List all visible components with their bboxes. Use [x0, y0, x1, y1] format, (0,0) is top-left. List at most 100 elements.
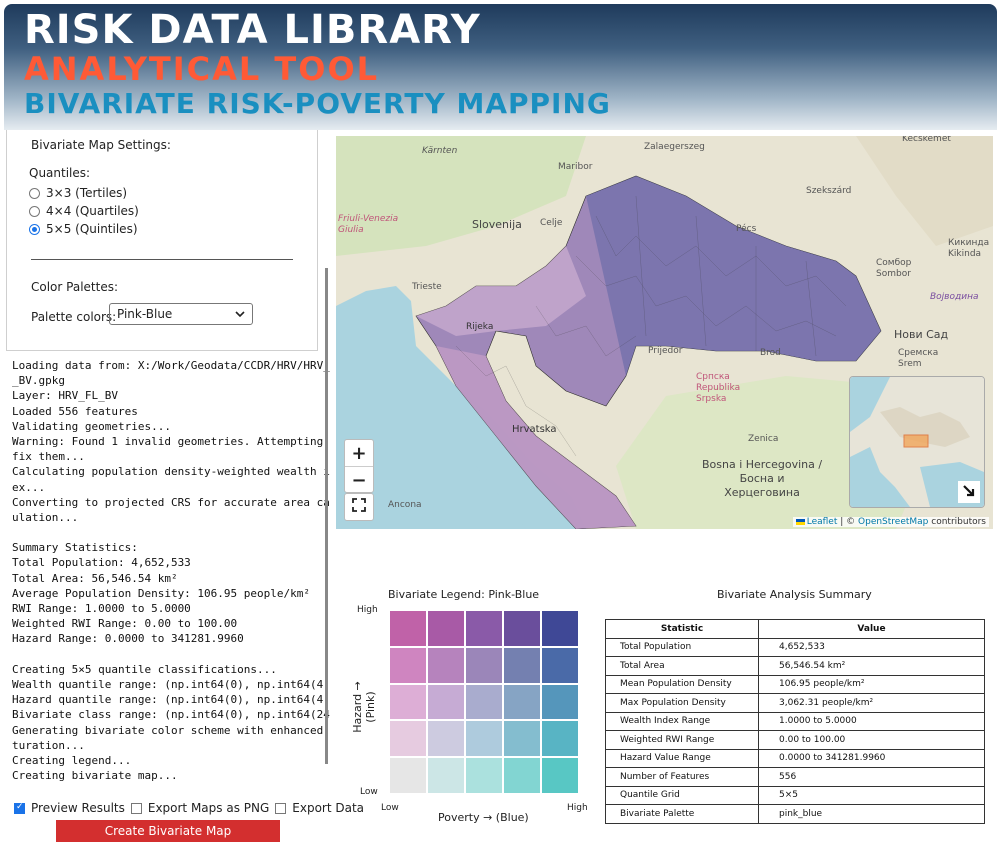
app-title: RISK DATA LIBRARY: [24, 7, 481, 53]
map-label-brod: Brod: [760, 348, 781, 358]
map-label-zenica: Zenica: [748, 434, 779, 444]
palettes-label: Color Palettes:: [31, 280, 118, 294]
legend-cell: [427, 610, 465, 647]
map-label-prijedor: Prijedor: [648, 346, 683, 356]
log-line: fix them...: [12, 450, 85, 464]
statistic-cell: Total Area: [605, 656, 759, 676]
log-line: Total Population: 4,652,533: [12, 556, 191, 570]
legend-cell: [465, 646, 503, 684]
value-cell: pink_blue: [758, 804, 985, 824]
value-cell: 1.0000 to 5.0000: [758, 711, 985, 731]
zoom-out-button[interactable]: −: [345, 466, 373, 493]
table-row: Total Area 56,546.54 km²: [605, 656, 985, 676]
summary-title: Bivariate Analysis Summary: [717, 588, 872, 601]
map-label-vojvodina: Војводина: [930, 292, 979, 302]
export-maps-label: Export Maps as PNG: [147, 801, 270, 815]
preview-results-label: Preview Results: [31, 801, 125, 815]
log-line: Hazard quantile range: (np.int64(0), np.…: [12, 693, 330, 707]
value-cell: 0.0000 to 341281.9960: [758, 748, 985, 768]
legend-cell: [541, 610, 579, 647]
log-line: _BV.gpkg: [12, 374, 65, 388]
zoom-in-button[interactable]: +: [345, 440, 373, 466]
quantile-option-4x4[interactable]: 4×4 (Quartiles): [29, 204, 139, 218]
settings-panel: Bivariate Map Settings: Quantiles: 3×3 (…: [6, 130, 318, 351]
export-maps-checkbox[interactable]: [130, 802, 142, 814]
value-cell: 5×5: [758, 785, 985, 805]
statistic-cell: Number of Features: [605, 767, 759, 787]
map-label-zalaegerszeg: Zalaegerszeg: [644, 142, 705, 152]
legend-cell: [541, 646, 579, 684]
legend-cell: [541, 720, 579, 758]
minimap-toggle-button[interactable]: [958, 481, 980, 503]
export-data-checkbox[interactable]: [275, 802, 287, 814]
fullscreen-icon: [352, 498, 366, 516]
map-label-kecskemet: Kecskemét: [902, 136, 951, 144]
value-cell: 556: [758, 767, 985, 787]
radio-button[interactable]: [29, 187, 40, 199]
minimap[interactable]: [849, 376, 985, 508]
value-cell: 106.95 people/km²: [758, 674, 985, 694]
table-row: Wealth Index Range 1.0000 to 5.0000: [605, 711, 985, 731]
statistic-cell: Weighted RWI Range: [605, 730, 759, 750]
quantile-option-label: 3×3 (Tertiles): [46, 186, 128, 200]
palette-colors-label: Palette colors:: [31, 310, 117, 324]
legend-grid: [389, 610, 579, 794]
log-line: RWI Range: 1.0000 to 5.0000: [12, 602, 191, 615]
log-line: Loading data from: X:/Work/Geodata/CCDR/…: [12, 359, 330, 372]
tool-name: BIVARIATE RISK-POVERTY MAPPING: [24, 87, 611, 120]
palette-select-value: Pink-Blue: [117, 307, 173, 321]
legend-x-axis-label: Poverty → (Blue): [438, 811, 529, 824]
radio-button[interactable]: [29, 205, 40, 217]
attribution-tail: contributors: [928, 517, 986, 527]
log-line: Creating legend...: [12, 753, 132, 767]
table-header-row: Statistic Value: [605, 619, 985, 639]
quantile-option-3x3[interactable]: 3×3 (Tertiles): [29, 186, 127, 200]
legend-x-high: High: [567, 803, 588, 813]
log-line: Layer: HRV_FL_BV: [12, 389, 118, 403]
osm-link[interactable]: OpenStreetMap: [858, 517, 928, 527]
legend-x-low: Low: [381, 803, 399, 813]
log-line: ulation...: [12, 510, 79, 524]
divider: [31, 259, 293, 260]
log-line: Calculating population density-weighted …: [12, 465, 330, 479]
log-line: Weighted RWI Range: 0.00 to 100.00: [12, 617, 238, 631]
log-line: Summary Statistics:: [12, 541, 138, 555]
map-label-celje: Celje: [540, 218, 563, 228]
legend-cell: [427, 720, 465, 758]
app-subtitle: ANALYTICAL TOOL: [24, 50, 380, 88]
map-label-rijeka: Rijeka: [466, 322, 494, 332]
log-scrollbar[interactable]: [325, 268, 328, 764]
radio-button-selected[interactable]: [29, 223, 40, 235]
map-view[interactable]: Kärnten Maribor Zalaegerszeg Kecskemét S…: [336, 136, 993, 529]
statistic-cell: Bivariate Palette: [605, 804, 759, 824]
log-line: Creating 5×5 quantile classifications...: [12, 662, 277, 676]
legend-cell: [503, 757, 541, 794]
map-label-trieste: Trieste: [412, 282, 442, 292]
attribution-separator: | ©: [837, 517, 859, 527]
legend-cell: [389, 757, 427, 794]
summary-table: Statistic Value Total Population 4,652,53…: [605, 619, 985, 824]
settings-title: Bivariate Map Settings:: [31, 138, 171, 152]
legend-cell: [503, 683, 541, 721]
table-row: Quantile Grid 5×5: [605, 785, 985, 805]
create-bivariate-map-button[interactable]: Create Bivariate Map: [56, 820, 280, 842]
arrow-down-right-icon: [962, 483, 976, 502]
table-row: Total Population 4,652,533: [605, 637, 985, 657]
map-label-szekszard: Szekszárd: [806, 186, 852, 196]
map-label-hrvatska: Hrvatska: [512, 424, 557, 435]
map-label-kikinda: Кикинда Kikinda: [948, 238, 990, 259]
legend-y-high: High: [357, 605, 378, 615]
fullscreen-button[interactable]: [344, 493, 374, 521]
leaflet-link[interactable]: Leaflet: [807, 517, 838, 527]
log-line: Warning: Found 1 invalid geometries. Att…: [12, 434, 330, 448]
log-line: Creating bivariate map...: [12, 769, 178, 783]
legend-cell: [389, 610, 427, 647]
quantile-option-5x5[interactable]: 5×5 (Quintiles): [29, 222, 138, 236]
preview-results-checkbox[interactable]: [14, 802, 25, 814]
palette-select[interactable]: Pink-Blue: [109, 303, 253, 325]
log-line: ex...: [12, 480, 46, 494]
value-cell: 0.00 to 100.00: [758, 730, 985, 750]
statistic-cell: Wealth Index Range: [605, 711, 759, 731]
